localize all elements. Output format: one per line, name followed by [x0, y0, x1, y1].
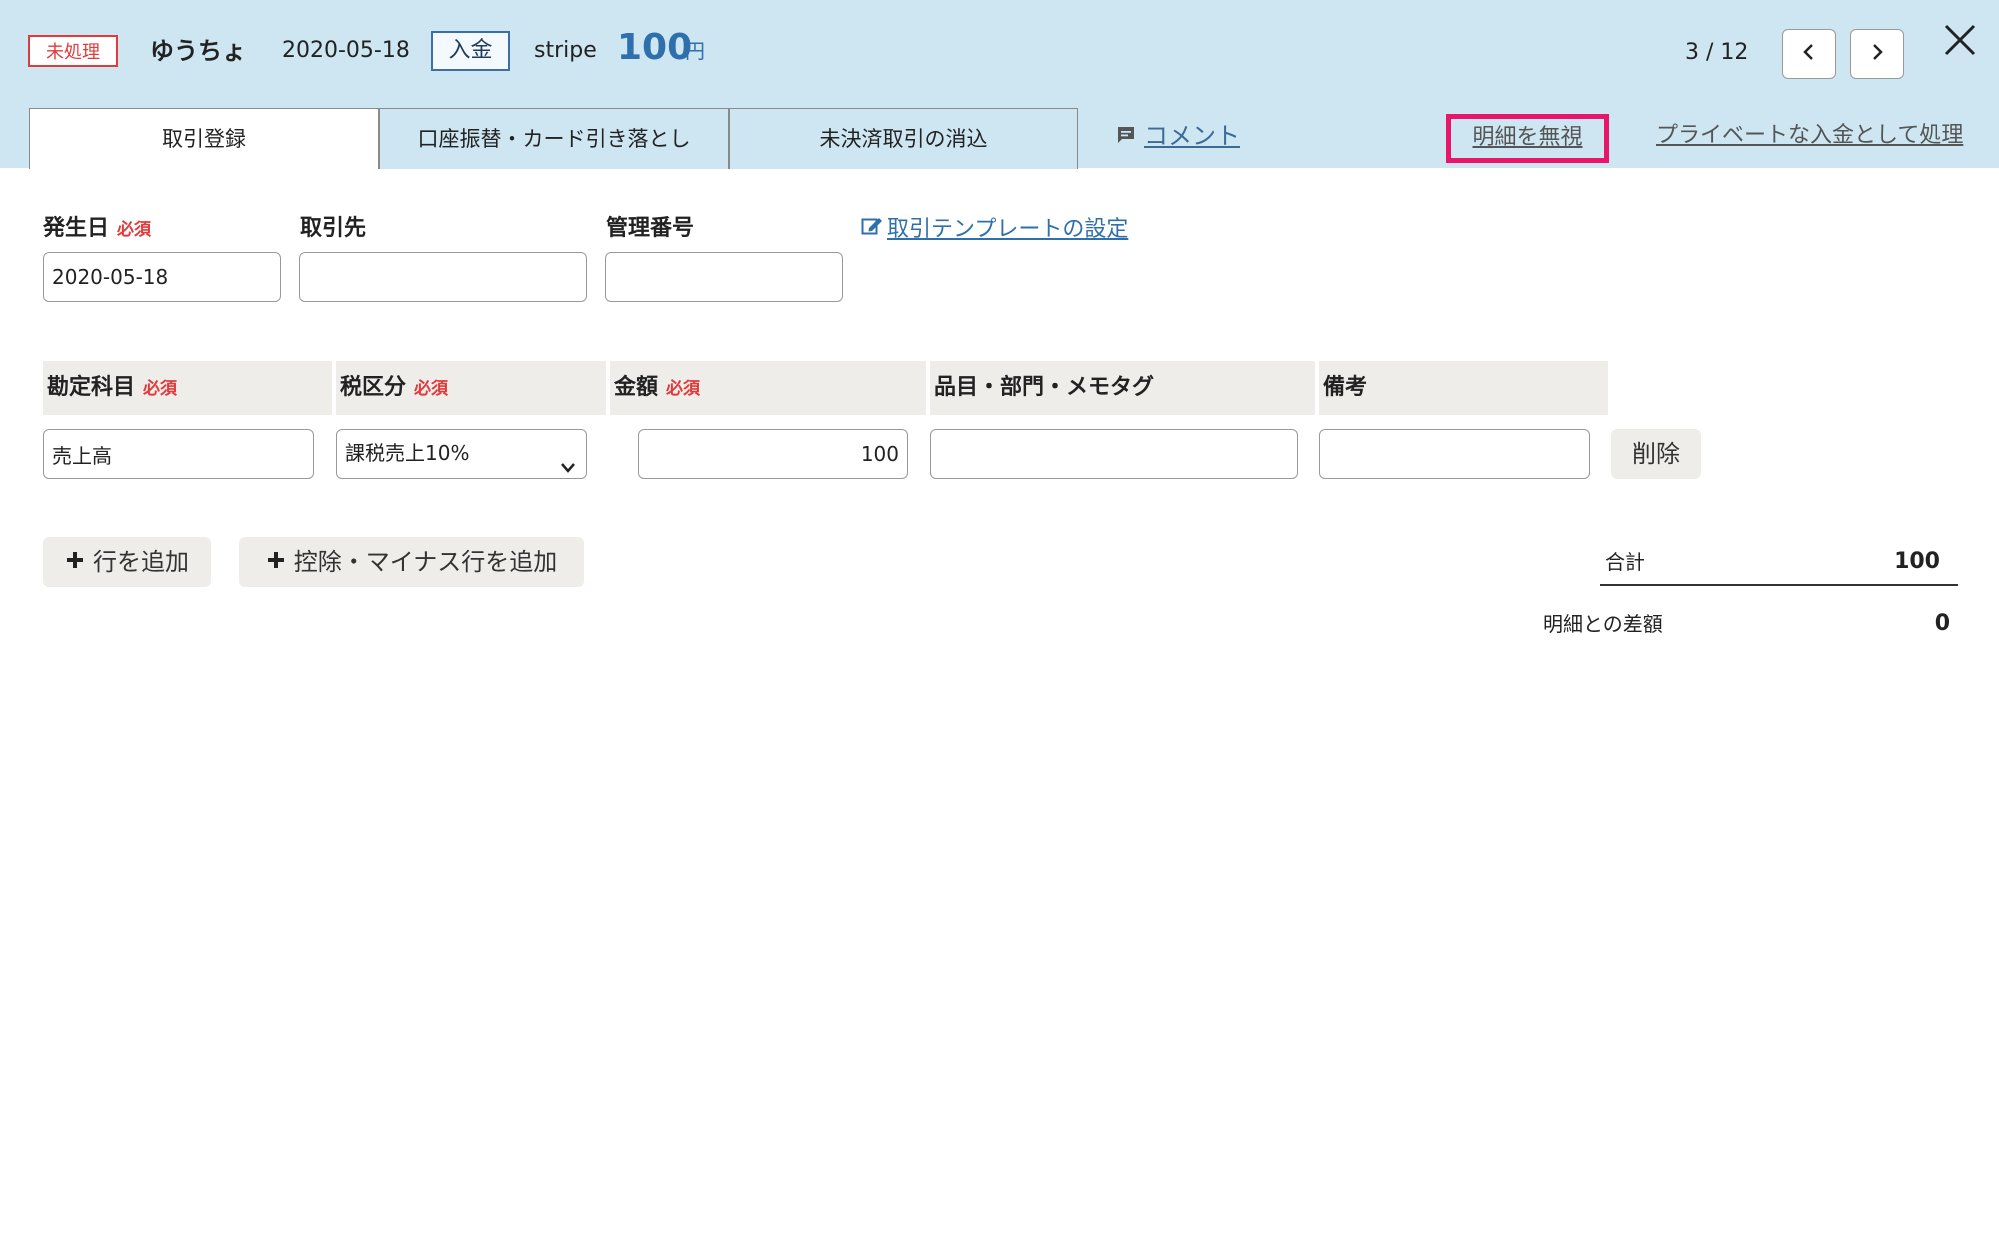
tags-column-header: 品目・部門・メモタグ [930, 361, 1315, 415]
note-column-header: 備考 [1319, 361, 1608, 415]
tab-transaction-register[interactable]: 取引登録 [29, 108, 379, 169]
next-button[interactable] [1850, 29, 1904, 79]
comment-icon [1116, 118, 1136, 154]
add-deduction-row-button[interactable]: 控除・マイナス行を追加 [239, 537, 584, 587]
private-deposit-link[interactable]: プライベートな入金として処理 [1656, 118, 1963, 154]
comment-link[interactable]: コメント [1116, 118, 1240, 154]
date-input[interactable] [43, 252, 281, 302]
template-settings-link[interactable]: 取引テンプレートの設定 [861, 212, 1128, 248]
note-input[interactable] [1319, 429, 1590, 479]
required-mark: 必須 [414, 379, 449, 399]
tab-account-transfer[interactable]: 口座振替・カード引き落とし [379, 108, 729, 169]
transaction-header: 未処理 ゆうちょ 2020-05-18 入金 stripe 100 円 3 / … [0, 0, 1999, 169]
tax-select-value: 課税売上10% [345, 441, 470, 465]
account-column-header: 勘定科目 必須 [43, 361, 332, 415]
tax-column-header: 税区分 必須 [336, 361, 606, 415]
ignore-statement-link[interactable]: 明細を無視 [1446, 114, 1609, 163]
ref-number-field-label: 管理番号 [606, 216, 695, 241]
required-mark: 必須 [666, 379, 701, 399]
chevron-down-icon [560, 444, 576, 490]
delete-row-button[interactable]: 削除 [1611, 429, 1701, 479]
close-icon [1943, 23, 1977, 61]
account-input[interactable] [43, 429, 314, 479]
prev-button[interactable] [1782, 29, 1836, 79]
chevron-left-icon [1802, 42, 1816, 66]
date-label-text: 発生日 [43, 216, 110, 241]
total-label: 合計 [1605, 550, 1645, 574]
tax-header-text: 税区分 [340, 375, 407, 400]
chevron-right-icon [1870, 42, 1884, 66]
plus-icon [65, 537, 85, 587]
transaction-date: 2020-05-18 [282, 38, 410, 63]
template-settings-label: 取引テンプレートの設定 [887, 217, 1129, 242]
account-name: ゆうちょ [150, 37, 246, 65]
amount-column-header: 金額 必須 [610, 361, 926, 415]
partner-field-label: 取引先 [300, 216, 367, 241]
transaction-amount: 100 [617, 27, 693, 68]
partner-input[interactable] [299, 252, 587, 302]
transaction-type-badge: 入金 [431, 31, 510, 71]
difference-label: 明細との差額 [1543, 612, 1663, 636]
comment-label: コメント [1144, 122, 1240, 150]
total-divider [1600, 584, 1958, 586]
required-mark: 必須 [143, 379, 178, 399]
transaction-source: stripe [534, 38, 597, 63]
required-mark: 必須 [117, 220, 152, 240]
currency-unit: 円 [685, 39, 705, 63]
tab-unsettled-clear[interactable]: 未決済取引の消込 [729, 108, 1078, 169]
date-field-label: 発生日 必須 [43, 211, 151, 248]
ref-number-input[interactable] [605, 252, 843, 302]
account-header-text: 勘定科目 [47, 375, 136, 400]
amount-input[interactable] [638, 429, 908, 479]
tax-select[interactable]: 課税売上10% [336, 429, 587, 479]
tags-input[interactable] [930, 429, 1298, 479]
edit-icon [861, 212, 883, 248]
amount-header-text: 金額 [614, 375, 659, 400]
pager-indicator: 3 / 12 [1685, 40, 1749, 65]
total-value: 100 [1894, 549, 1940, 574]
difference-value: 0 [1934, 611, 1950, 636]
close-button[interactable] [1942, 24, 1978, 60]
add-row-label: 行を追加 [93, 548, 189, 576]
status-badge: 未処理 [28, 35, 118, 67]
plus-icon [266, 537, 286, 587]
add-row-button[interactable]: 行を追加 [43, 537, 211, 587]
add-deduction-row-label: 控除・マイナス行を追加 [293, 548, 558, 576]
